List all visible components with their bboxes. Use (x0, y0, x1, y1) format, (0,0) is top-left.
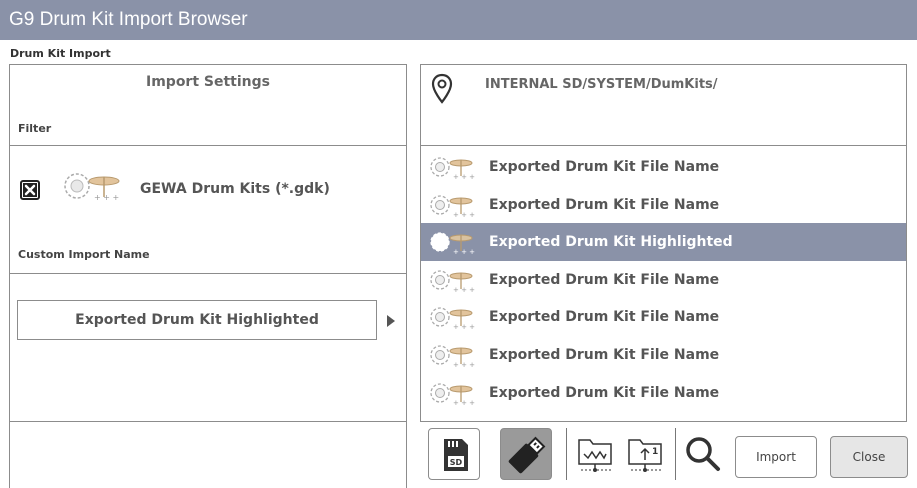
divider (10, 273, 406, 274)
list-item[interactable]: + + + Exported Drum Kit File Name (421, 374, 906, 412)
list-item[interactable]: + + + Exported Drum Kit File Name (421, 148, 906, 186)
location-pin-icon (431, 73, 453, 109)
drum-kit-icon: + + + (429, 343, 479, 373)
svg-text:+ + +: + + + (453, 361, 475, 369)
usb-button[interactable] (500, 428, 552, 480)
usb-stick-icon (508, 436, 546, 474)
svg-text:+ + +: + + + (453, 173, 475, 181)
toolbar-separator (675, 428, 676, 480)
import-settings-panel: Import Settings Filter + + + GEWA Drum K… (9, 64, 407, 422)
window-title: G9 Drum Kit Import Browser (0, 0, 917, 40)
svg-text:+ + +: + + + (453, 286, 475, 294)
folder-up-badge: 1 (652, 447, 659, 457)
folder-root-icon[interactable] (575, 432, 619, 480)
filter-label: Filter (18, 122, 52, 135)
custom-import-name-input[interactable]: Exported Drum Kit Highlighted (17, 300, 377, 340)
bottom-left-area (9, 421, 407, 488)
custom-import-name-label: Custom Import Name (18, 248, 150, 261)
sd-card-icon (444, 439, 468, 471)
file-name: Exported Drum Kit File Name (489, 347, 720, 363)
current-path: INTERNAL SD/SYSTEM/DumKits/ (485, 77, 718, 92)
list-item-selected[interactable]: + + + Exported Drum Kit Highlighted (421, 223, 906, 262)
divider (10, 145, 406, 146)
drum-kit-icon: + + + (429, 155, 479, 185)
drum-kit-icon: + + + (429, 230, 479, 260)
file-name: Exported Drum Kit Highlighted (489, 234, 733, 251)
import-button[interactable]: Import (735, 436, 817, 478)
svg-text:+ + +: + + + (453, 323, 475, 331)
section-label: Drum Kit Import (10, 47, 111, 60)
list-item[interactable]: + + + Exported Drum Kit File Name (421, 186, 906, 224)
filter-checkbox[interactable] (20, 180, 40, 200)
list-item[interactable]: + + + Exported Drum Kit File Name (421, 261, 906, 299)
toolbar-separator (566, 428, 567, 480)
sd-card-button[interactable]: SD (428, 428, 480, 480)
svg-text:+ + +: + + + (453, 211, 475, 219)
drum-kit-icon: + + + (429, 381, 479, 411)
drum-kit-icon: + + + (429, 193, 479, 223)
file-name: Exported Drum Kit File Name (489, 271, 720, 288)
file-name: Exported Drum Kit File Name (489, 159, 720, 175)
filter-text: GEWA Drum Kits (*.gdk) (140, 181, 330, 197)
list-item[interactable]: + + + Exported Drum Kit File Name (421, 298, 906, 336)
drum-kit-icon: + + + (429, 268, 479, 298)
svg-text:+ + +: + + + (94, 193, 119, 202)
drum-kit-icon: + + + (62, 169, 126, 207)
folder-up-icon[interactable]: 1 (625, 432, 669, 480)
path-panel: INTERNAL SD/SYSTEM/DumKits/ (420, 64, 907, 149)
play-arrow-icon[interactable] (387, 315, 395, 327)
file-list: + + + Exported Drum Kit File Name + + + Exp… (420, 145, 907, 422)
close-button[interactable]: Close (830, 436, 908, 478)
file-name: Exported Drum Kit File Name (489, 309, 720, 326)
import-settings-title: Import Settings (146, 74, 270, 90)
search-icon[interactable] (683, 434, 723, 478)
svg-text:+ + +: + + + (453, 248, 475, 256)
drum-kit-icon: + + + (429, 305, 479, 335)
svg-text:+ + +: + + + (453, 399, 475, 407)
sd-label: SD (449, 458, 463, 467)
file-name: Exported Drum Kit File Name (489, 384, 720, 401)
list-item[interactable]: + + + Exported Drum Kit File Name (421, 336, 906, 374)
file-name: Exported Drum Kit File Name (489, 196, 720, 213)
